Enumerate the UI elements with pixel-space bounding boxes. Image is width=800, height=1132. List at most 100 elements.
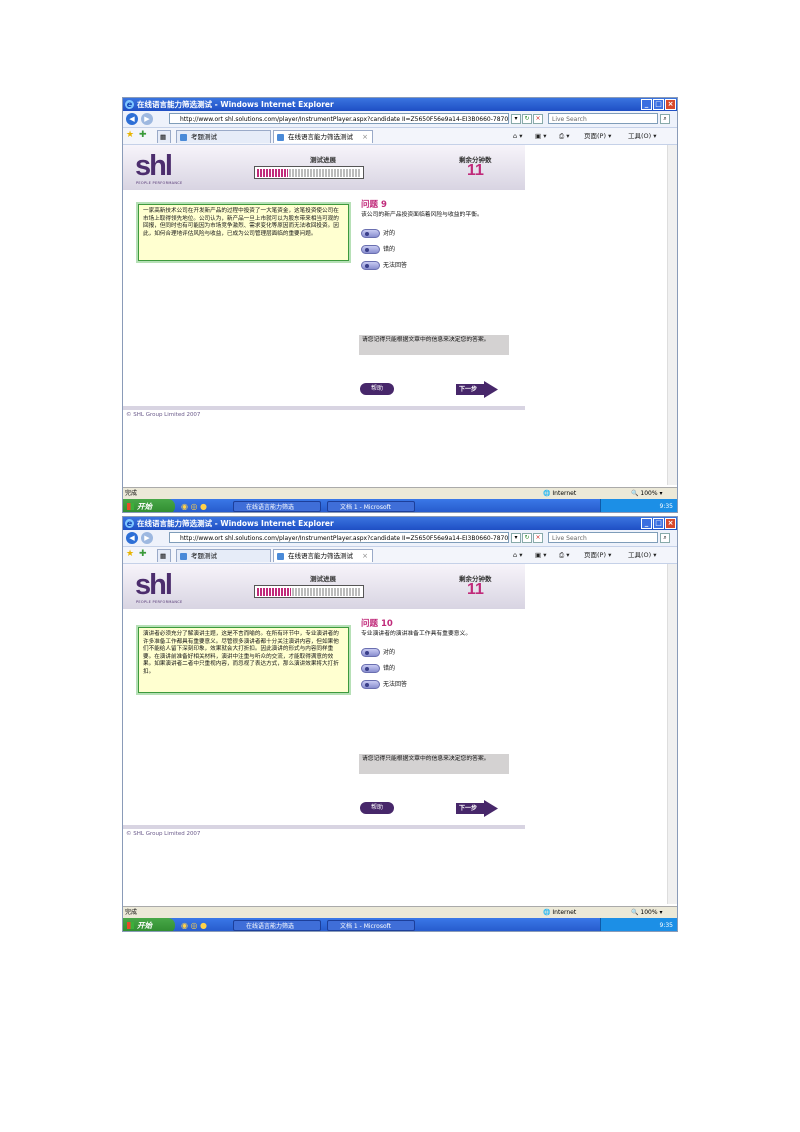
back-icon[interactable]: ◀ [126,113,138,125]
progress-remaining [292,588,361,596]
help-button[interactable]: 帮助 [360,383,394,395]
reading-passage: 一家高新技术公司在开发新产品的过程中投资了一大笔资金，这笔投资使公司在市场上取得… [138,204,349,261]
radio-button-icon[interactable] [361,229,380,238]
task-label: 文档 1 - Microsoft [340,504,392,511]
search-go-icon[interactable]: ⌕ [660,533,670,543]
refresh-icon[interactable]: ↻ [522,533,532,543]
tab-bar: ★ ✚ ▦ 考题测试 在线语言能力筛选测试 × ⌂ ▾ ▣ ▾ ⎙ ▾ 页面(P… [123,128,677,145]
page-menu[interactable]: 页面(P) ▾ [584,131,611,141]
window-titlebar[interactable]: e 在线语言能力筛选测试 - Windows Internet Explorer… [123,98,677,111]
tab-favorites[interactable]: 考题测试 [176,130,271,143]
shl-logo: shl [135,569,173,601]
vertical-scrollbar[interactable] [667,564,677,904]
print-icon[interactable]: ⎙ ▾ [559,131,570,141]
tab-close-icon[interactable]: × [362,550,368,562]
security-zone: 🌐 Internet [543,909,577,916]
tab-active[interactable]: 在线语言能力筛选测试 × [273,549,373,562]
stop-icon[interactable]: × [533,114,543,124]
browser-window-2: e 在线语言能力筛选测试 - Windows Internet Explorer… [122,516,678,932]
url-dropdown-icon[interactable]: ▾ [511,533,521,543]
clock: 9:35 [659,922,673,929]
progress-label: 测试进展 [310,156,336,164]
option-label: 对的 [383,230,396,237]
tab-list-icon[interactable]: ▦ [157,549,171,562]
url-input[interactable]: http://www.ort shl.solutions.com/player/… [169,532,509,543]
search-input[interactable]: Live Search [548,532,658,543]
forward-icon[interactable]: ▶ [141,532,153,544]
favorites-star-icon[interactable]: ★ [126,549,134,559]
home-icon[interactable]: ⌂ ▾ [513,131,522,141]
question-statement: 专业演讲者的演讲准备工作具有重要意义。 [361,631,472,637]
maximize-icon[interactable]: □ [653,99,664,110]
print-icon[interactable]: ⎙ ▾ [559,550,570,560]
home-icon[interactable]: ⌂ ▾ [513,550,522,560]
start-button[interactable]: 开始 [123,499,175,512]
tab-favorites[interactable]: 考题测试 [176,549,271,562]
feeds-icon[interactable]: ▣ ▾ [535,131,546,141]
quick-launch-icons[interactable]: ◉ ◎ ● [181,921,207,930]
ie-logo-icon: e [125,519,134,528]
help-button[interactable]: 帮助 [360,802,394,814]
logo-tagline: PEOPLE PERFORMANCE [136,181,183,185]
radio-button-icon[interactable] [361,261,380,270]
maximize-icon[interactable]: □ [653,518,664,529]
close-icon[interactable]: × [665,99,676,110]
quick-launch-icons[interactable]: ◉ ◎ ● [181,502,207,511]
page-menu[interactable]: 页面(P) ▾ [584,550,611,560]
window-titlebar[interactable]: e 在线语言能力筛选测试 - Windows Internet Explorer… [123,517,677,530]
radio-button-icon[interactable] [361,664,380,673]
footer-divider [123,406,525,410]
back-icon[interactable]: ◀ [126,532,138,544]
task-label: 在线语言能力筛选 [246,504,295,511]
tab-label: 考题测试 [191,133,217,141]
add-favorite-icon[interactable]: ✚ [139,549,147,559]
windows-flag-icon [127,503,134,510]
page-icon [180,134,187,141]
tab-active[interactable]: 在线语言能力筛选测试 × [273,130,373,143]
copyright: © SHL Group Limited 2007 [126,412,201,418]
tab-list-icon[interactable]: ▦ [157,130,171,143]
radio-button-icon[interactable] [361,680,380,689]
close-icon[interactable]: × [665,518,676,529]
add-favorite-icon[interactable]: ✚ [139,130,147,140]
search-input[interactable]: Live Search [548,113,658,124]
zoom-level[interactable]: 🔍 100% ▾ [631,907,662,918]
url-input[interactable]: http://www.ort shl.solutions.com/player/… [169,113,509,124]
tools-menu[interactable]: 工具(O) ▾ [628,131,657,141]
task-word[interactable]: 文档 1 - Microsoft [327,920,415,931]
forward-icon[interactable]: ▶ [141,113,153,125]
page-icon [180,553,187,560]
minimize-icon[interactable]: _ [641,99,652,110]
radio-button-icon[interactable] [361,648,380,657]
window-controls: _ □ × [640,99,676,110]
task-word[interactable]: 文档 1 - Microsoft [327,501,415,512]
tools-menu[interactable]: 工具(O) ▾ [628,550,657,560]
question-statement: 该公司的新产品投资面临着风险与收益的平衡。 [361,212,483,218]
stop-icon[interactable]: × [533,533,543,543]
zoom-level[interactable]: 🔍 100% ▾ [631,488,662,499]
page-content: shl PEOPLE PERFORMANCE 测试进展 剩余分钟数 11 一家高… [123,145,677,485]
vertical-scrollbar[interactable] [667,145,677,485]
next-button[interactable]: 下一步 [456,381,498,398]
instruction-note: 请您记得只能根据文章中的信息来决定您的答案。 [359,754,509,774]
favorites-star-icon[interactable]: ★ [126,130,134,140]
option-label: 无法回答 [383,681,408,688]
start-button[interactable]: 开始 [123,918,175,931]
refresh-icon[interactable]: ↻ [522,114,532,124]
instruction-note: 请您记得只能根据文章中的信息来决定您的答案。 [359,335,509,355]
minimize-icon[interactable]: _ [641,518,652,529]
next-button[interactable]: 下一步 [456,800,498,817]
radio-button-icon[interactable] [361,245,380,254]
zoom-label: 100% [640,490,658,497]
page-menu-label: 页面(P) [584,551,606,559]
task-browser[interactable]: 在线语言能力筛选 [233,501,321,512]
search-go-icon[interactable]: ⌕ [660,114,670,124]
task-browser[interactable]: 在线语言能力筛选 [233,920,321,931]
status-bar: 完成 🌐 Internet 🔍 100% ▾ [123,906,677,918]
url-dropdown-icon[interactable]: ▾ [511,114,521,124]
tools-menu-label: 工具(O) [628,551,652,559]
tab-close-icon[interactable]: × [362,131,368,143]
feeds-icon[interactable]: ▣ ▾ [535,550,546,560]
option-label: 无法回答 [383,262,408,269]
status-bar: 完成 🌐 Internet 🔍 100% ▾ [123,487,677,499]
